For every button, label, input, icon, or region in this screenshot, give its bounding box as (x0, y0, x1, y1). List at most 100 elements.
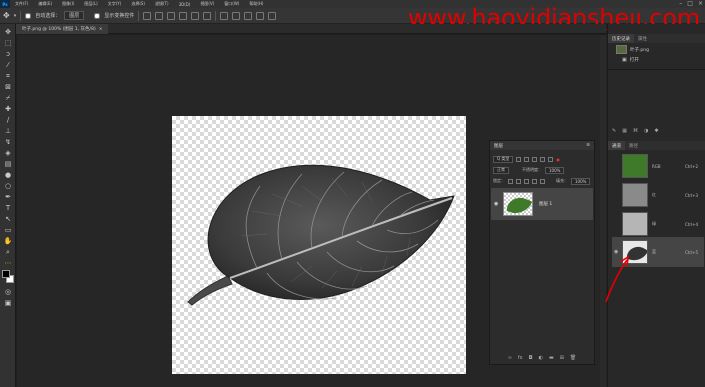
zoom-tool-icon[interactable]: ⌕ (3, 248, 13, 256)
layer-row[interactable]: ◉ 图层 1 (491, 188, 593, 220)
history-brush-icon[interactable]: ↯ (3, 138, 13, 146)
close-tab-icon[interactable]: × (99, 27, 103, 32)
move-tool-icon[interactable]: ✥ (3, 11, 10, 20)
dropdown-arrow-icon[interactable]: ▾ (14, 13, 17, 19)
vertical-scrollbar[interactable] (600, 35, 606, 387)
link-icon[interactable]: ∞ (508, 355, 512, 361)
gradient-icon[interactable]: ▤ (3, 160, 13, 168)
filter-adjust-icon[interactable] (524, 156, 530, 162)
channel-name: 绿 (652, 221, 656, 226)
distribute-h-icon[interactable] (232, 11, 241, 20)
filter-type-icon[interactable] (532, 156, 538, 162)
fill-input[interactable]: 100% (571, 177, 591, 185)
lock-transparent-icon[interactable] (508, 178, 513, 184)
channel-row-rgb[interactable]: RGB Ctrl+2 (614, 152, 704, 180)
tab-history[interactable]: 历史记录 (608, 34, 634, 43)
swatches-icon[interactable]: ▦ (622, 128, 627, 134)
filter-pixel-icon[interactable] (516, 156, 522, 162)
styles-icon[interactable]: ✱ (654, 128, 658, 134)
align-left-icon[interactable] (143, 11, 152, 20)
leaf-image[interactable] (172, 116, 466, 374)
auto-align-icon[interactable] (256, 11, 265, 20)
opacity-input[interactable]: 100% (545, 166, 565, 174)
menu-help[interactable]: 帮助(H) (244, 1, 268, 7)
tab-properties[interactable]: 属性 (634, 34, 651, 43)
lock-position-icon[interactable] (524, 178, 529, 184)
channel-row-red[interactable]: 红 Ctrl+3 (614, 181, 704, 209)
panel-menu-icon[interactable]: ≡ (586, 143, 590, 148)
type-tool-icon[interactable]: T (3, 204, 13, 212)
show-transform-checkbox[interactable] (94, 12, 101, 19)
crop-tool-icon[interactable]: ⌗ (3, 72, 13, 80)
path-select-icon[interactable]: ↖ (3, 215, 13, 223)
shape-tool-icon[interactable]: ▭ (3, 226, 13, 234)
move-tool-icon[interactable]: ✥ (3, 28, 13, 36)
new-layer-icon[interactable]: ⊞ (560, 355, 564, 361)
lock-image-icon[interactable] (516, 178, 521, 184)
3d-mode-icon[interactable] (268, 11, 277, 20)
tab-channels[interactable]: 通道 (608, 141, 625, 150)
channel-row-green[interactable]: 绿 Ctrl+4 (614, 210, 704, 238)
filter-toggle-icon[interactable]: ● (556, 157, 560, 162)
lock-artboard-icon[interactable] (532, 178, 537, 184)
channel-name: 蓝 (652, 249, 656, 254)
screen-mode-icon[interactable]: ▣ (3, 299, 13, 307)
menu-image[interactable]: 图像(I) (57, 1, 79, 7)
menu-3d[interactable]: 3D(D) (174, 2, 196, 7)
brush-settings-icon[interactable]: ✎ (612, 128, 616, 134)
auto-select-dropdown[interactable]: 图层 (64, 11, 85, 20)
blend-mode-dropdown[interactable]: 正常 (493, 166, 509, 174)
menu-type[interactable]: 文字(Y) (103, 1, 127, 7)
filter-smart-icon[interactable] (548, 156, 554, 162)
distribute-icon[interactable] (220, 11, 229, 20)
menu-select[interactable]: 选择(S) (126, 1, 150, 7)
blur-tool-icon[interactable]: ● (3, 171, 13, 179)
menu-view[interactable]: 视图(V) (195, 1, 219, 7)
align-center-icon[interactable] (155, 11, 164, 20)
lasso-tool-icon[interactable]: ↄ (3, 50, 13, 58)
dodge-tool-icon[interactable]: ○ (3, 182, 13, 190)
align-middle-icon[interactable] (191, 11, 200, 20)
tab-paths[interactable]: 路径 (625, 141, 642, 150)
clone-stamp-icon[interactable]: ⊥ (3, 127, 13, 135)
align-top-icon[interactable] (179, 11, 188, 20)
menu-file[interactable]: 文件(F) (10, 1, 33, 7)
group-icon[interactable]: ▬ (549, 355, 554, 361)
menu-layer[interactable]: 图层(L) (79, 1, 102, 7)
eyedropper-icon[interactable]: ⌿ (3, 94, 13, 102)
align-bottom-icon[interactable] (203, 11, 212, 20)
history-step[interactable]: ▣ 打开 (622, 57, 639, 63)
magic-wand-icon[interactable]: ⁄ (3, 61, 13, 69)
visibility-eye-icon[interactable]: ◉ (494, 201, 498, 207)
quick-mask-icon[interactable]: ◎ (3, 288, 13, 296)
layer-name[interactable]: 图层 1 (539, 201, 552, 207)
eraser-icon[interactable]: ◈ (3, 149, 13, 157)
menu-edit[interactable]: 编辑(E) (33, 1, 57, 7)
trash-icon[interactable]: 🗑 (570, 355, 576, 361)
auto-select-checkbox[interactable] (25, 12, 32, 19)
lock-all-icon[interactable] (540, 178, 545, 184)
history-snapshot[interactable]: 叶子.png (616, 45, 649, 54)
fx-icon[interactable]: fx (518, 355, 523, 361)
frame-tool-icon[interactable]: ⊠ (3, 83, 13, 91)
align-right-icon[interactable] (167, 11, 176, 20)
distribute-v-icon[interactable] (244, 11, 253, 20)
libraries-icon[interactable]: ⌘ (633, 128, 638, 134)
healing-brush-icon[interactable]: ✚ (3, 105, 13, 113)
foreground-color-swatch[interactable] (2, 270, 10, 278)
layer-filter-dropdown[interactable]: Q 类型 (493, 155, 514, 163)
mask-icon[interactable]: ◘ (529, 355, 533, 361)
menu-filter[interactable]: 滤镜(T) (150, 1, 174, 7)
adjustment-icon[interactable]: ◐ (539, 355, 543, 361)
hand-tool-icon[interactable]: ✋ (3, 237, 13, 245)
menu-window[interactable]: 窗口(W) (219, 1, 244, 7)
color-swatches[interactable] (2, 270, 14, 284)
marquee-tool-icon[interactable]: ⬚ (3, 39, 13, 47)
brush-tool-icon[interactable]: ∕ (3, 116, 13, 124)
more-tools-icon[interactable]: ⋯ (3, 259, 13, 267)
filter-shape-icon[interactable] (540, 156, 546, 162)
document-tab[interactable]: 叶子.png @ 100% (图层 1, 灰色/8) × (16, 24, 109, 34)
adjustments-icon[interactable]: ◑ (644, 128, 648, 134)
tab-layers[interactable]: 图层 (494, 143, 503, 149)
pen-tool-icon[interactable]: ✒ (3, 193, 13, 201)
